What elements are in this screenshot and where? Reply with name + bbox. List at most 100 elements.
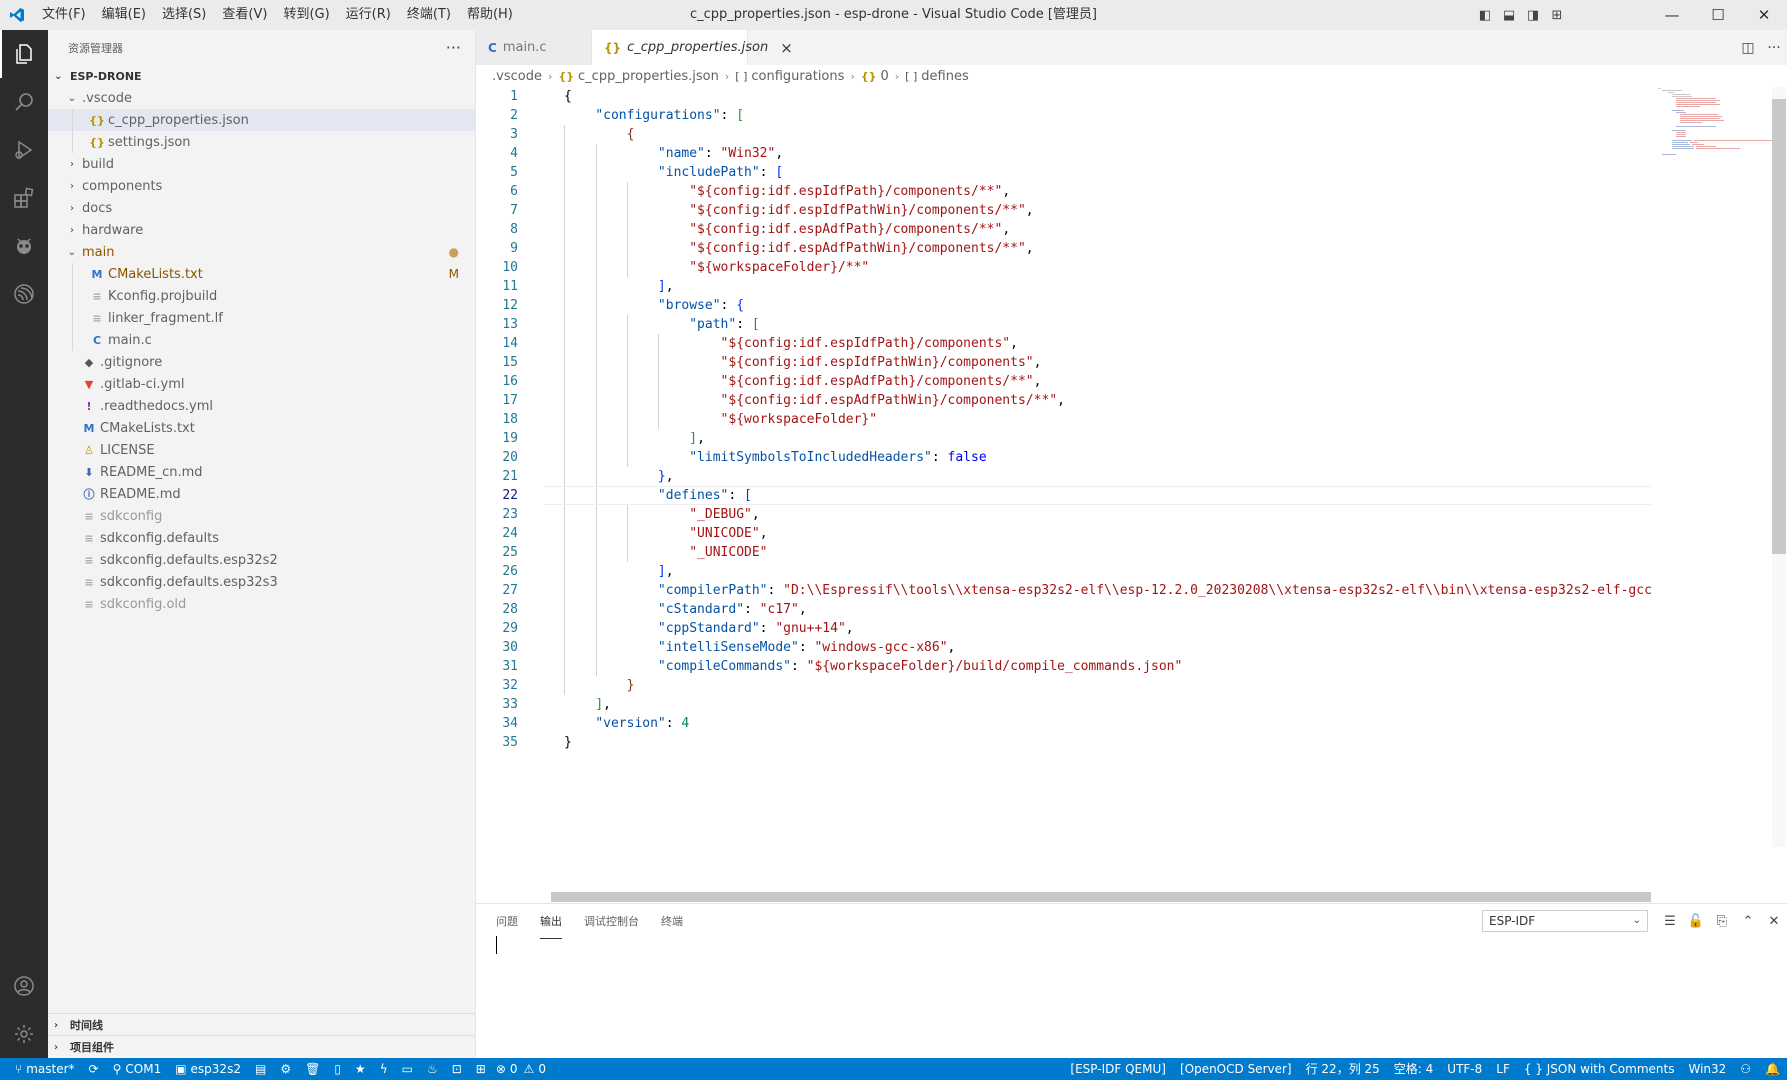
status-item-flame[interactable]: ♨ <box>420 1058 445 1080</box>
tree-item-readme-cn-md[interactable]: ⬇ README_cn.md <box>48 461 475 483</box>
tree-item-readme-md[interactable]: ⓘ README.md <box>48 483 475 505</box>
panel-tab-1[interactable]: 输出 <box>540 904 562 939</box>
tab-main-c[interactable]: Cmain.c <box>476 30 592 65</box>
tree-item-c-cpp-properties-json[interactable]: {} c_cpp_properties.json <box>48 109 475 131</box>
close-icon[interactable]: × <box>780 39 793 57</box>
espressif-icon[interactable] <box>0 270 48 318</box>
tree-item-cmakelists-txt[interactable]: M CMakeLists.txt M <box>48 263 475 285</box>
accounts-icon[interactable] <box>0 962 48 1010</box>
maximize-button[interactable]: ☐ <box>1695 0 1741 30</box>
tree-item-sdkconfig-defaults[interactable]: ≡ sdkconfig.defaults <box>48 527 475 549</box>
panel-tab-0[interactable]: 问题 <box>496 904 518 939</box>
status-item-trash[interactable]: 🗑 <box>298 1058 327 1080</box>
status-item-build-flash[interactable]: ⊞ <box>469 1058 493 1080</box>
menu-item[interactable]: 帮助(H) <box>459 0 521 30</box>
tree-item-kconfig-projbuild[interactable]: ≡ Kconfig.projbuild <box>48 285 475 307</box>
status-right-item[interactable]: LF <box>1489 1058 1517 1080</box>
menu-item[interactable]: 文件(F) <box>34 0 94 30</box>
status-right-item[interactable]: 空格: 4 <box>1387 1058 1441 1080</box>
project-components-section[interactable]: › 项目组件 <box>48 1035 475 1058</box>
status-right-item[interactable]: 🔔 <box>1758 1058 1787 1080</box>
tree-item-sdkconfig[interactable]: ≡ sdkconfig <box>48 505 475 527</box>
status-item-gear[interactable]: ⚙ <box>273 1058 298 1080</box>
tree-item-sdkconfig-defaults-esp32s3[interactable]: ≡ sdkconfig.defaults.esp32s3 <box>48 571 475 593</box>
tree-item-linker-fragment-lf[interactable]: ≡ linker_fragment.lf <box>48 307 475 329</box>
tree-item-docs[interactable]: › docs <box>48 197 475 219</box>
status-item-source-control[interactable]: ⑂ master* <box>8 1058 82 1080</box>
breadcrumb-item[interactable]: defines <box>921 69 968 84</box>
status-item-chip[interactable]: ▣ esp32s2 <box>168 1058 248 1080</box>
breadcrumb-item[interactable]: 0 <box>880 69 888 84</box>
toggle-sidebar-icon[interactable]: ◧ <box>1473 0 1497 30</box>
status-item-star[interactable]: ★ <box>348 1058 373 1080</box>
workspace-root[interactable]: ⌄ ESP-DRONE <box>48 65 475 87</box>
explorer-icon[interactable] <box>0 30 48 78</box>
run-debug-icon[interactable] <box>0 126 48 174</box>
customize-layout-icon[interactable]: ⊞ <box>1545 0 1569 30</box>
tree-item-build[interactable]: › build <box>48 153 475 175</box>
close-window-button[interactable]: ✕ <box>1741 0 1787 30</box>
status-right-item[interactable]: UTF-8 <box>1440 1058 1489 1080</box>
manage-gear-icon[interactable] <box>0 1010 48 1058</box>
more-actions-icon[interactable]: ··· <box>1761 40 1787 56</box>
panel-tab-2[interactable]: 调试控制台 <box>584 904 639 939</box>
breadcrumb-item[interactable]: c_cpp_properties.json <box>578 69 719 84</box>
filter-list-icon[interactable]: ☰ <box>1657 914 1683 929</box>
status-right-item[interactable]: [OpenOCD Server] <box>1173 1058 1299 1080</box>
status-item-monitor[interactable]: ▭ <box>395 1058 420 1080</box>
tree-item-readthedocs-yml[interactable]: ! .readthedocs.yml <box>48 395 475 417</box>
status-right-item[interactable]: Win32 <box>1681 1058 1733 1080</box>
status-item-folder[interactable]: ▤ <box>248 1058 273 1080</box>
vertical-scrollbar[interactable] <box>1772 87 1786 847</box>
menu-item[interactable]: 运行(R) <box>338 0 399 30</box>
tree-item-main[interactable]: ⌄ main ● <box>48 241 475 263</box>
tree-item-gitignore[interactable]: ◆ .gitignore <box>48 351 475 373</box>
status-item-terminal[interactable]: ⊡ <box>445 1058 469 1080</box>
breadcrumb-item[interactable]: .vscode <box>492 69 542 84</box>
tree-item-components[interactable]: › components <box>48 175 475 197</box>
status-item-flash[interactable]: ϟ <box>373 1058 395 1080</box>
horizontal-scrollbar[interactable] <box>551 892 1651 902</box>
scrollbar-thumb[interactable] <box>1772 99 1786 554</box>
maximize-panel-icon[interactable]: ⌃ <box>1735 914 1761 929</box>
close-panel-icon[interactable]: ✕ <box>1761 914 1787 929</box>
menu-item[interactable]: 终端(T) <box>399 0 459 30</box>
tree-item-hardware[interactable]: › hardware <box>48 219 475 241</box>
output-channel-select[interactable]: ESP-IDF ⌄ <box>1482 910 1648 932</box>
extensions-icon[interactable] <box>0 174 48 222</box>
esp-idf-alien-icon[interactable] <box>0 222 48 270</box>
tree-item-cmakelists-txt[interactable]: M CMakeLists.txt <box>48 417 475 439</box>
status-item-sync[interactable]: ⟳ <box>82 1058 106 1080</box>
minimize-button[interactable]: — <box>1649 0 1695 30</box>
minimap[interactable] <box>1654 87 1772 847</box>
menu-item[interactable]: 编辑(E) <box>94 0 154 30</box>
status-right-item[interactable]: [ESP-IDF QEMU] <box>1063 1058 1173 1080</box>
tree-item-main-c[interactable]: Cmain.c <box>48 329 475 351</box>
tree-item-vscode[interactable]: ⌄ .vscode <box>48 87 475 109</box>
more-actions-icon[interactable]: ··· <box>446 38 461 57</box>
menu-item[interactable]: 查看(V) <box>214 0 275 30</box>
tree-item-sdkconfig-old[interactable]: ≡ sdkconfig.old <box>48 593 475 615</box>
lock-icon[interactable]: 🔓 <box>1683 914 1709 929</box>
breadcrumb-item[interactable]: configurations <box>751 69 844 84</box>
status-item-warning[interactable]: ⚠ 0 <box>521 1058 549 1080</box>
tree-item-sdkconfig-defaults-esp32s2[interactable]: ≡ sdkconfig.defaults.esp32s2 <box>48 549 475 571</box>
status-item-plug[interactable]: ⚲ COM1 <box>106 1058 169 1080</box>
status-right-item[interactable]: { } JSON with Comments <box>1517 1058 1682 1080</box>
split-editor-icon[interactable]: ◫ <box>1735 40 1761 56</box>
tree-item-license[interactable]: ♙ LICENSE <box>48 439 475 461</box>
menu-item[interactable]: 转到(G) <box>275 0 337 30</box>
code-editor[interactable]: 1{2 "configurations": [3 {4 "name": "Win… <box>476 87 1651 847</box>
tree-item-gitlab-ci-yml[interactable]: ▼ .gitlab-ci.yml <box>48 373 475 395</box>
status-right-item[interactable]: 行 22，列 25 <box>1299 1058 1387 1080</box>
status-item-database[interactable]: ▯ <box>327 1058 348 1080</box>
status-right-item[interactable]: ⚇ <box>1733 1058 1758 1080</box>
tab-c-cpp-properties-json[interactable]: {} c_cpp_properties.json × <box>592 30 793 65</box>
toggle-secondary-sidebar-icon[interactable]: ◨ <box>1521 0 1545 30</box>
timeline-section[interactable]: › 时间线 <box>48 1013 475 1036</box>
clear-output-icon[interactable]: ⎘ <box>1709 914 1735 929</box>
panel-tab-3[interactable]: 终端 <box>661 904 683 939</box>
menu-item[interactable]: 选择(S) <box>154 0 214 30</box>
toggle-panel-icon[interactable]: ⬓ <box>1497 0 1521 30</box>
tree-item-settings-json[interactable]: {} settings.json <box>48 131 475 153</box>
